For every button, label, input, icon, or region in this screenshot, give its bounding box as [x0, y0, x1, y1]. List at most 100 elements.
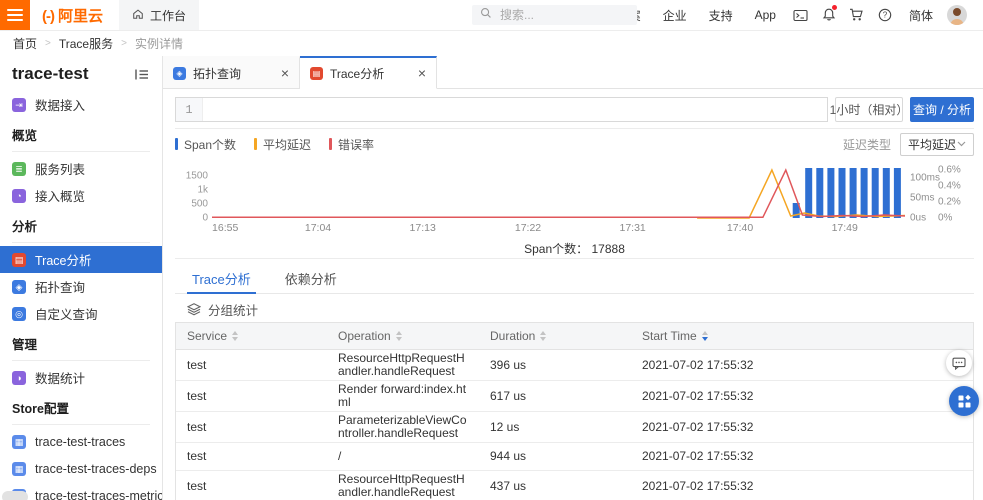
sidebar-item[interactable]: ▤Trace分析 [0, 246, 162, 273]
trace-table: ServiceOperationDurationStart Time testR… [175, 322, 974, 500]
query-analyze-button[interactable]: 查询 / 分析 [910, 97, 974, 122]
legend-item[interactable]: 错误率 [329, 136, 374, 153]
page: (-) 阿里云 工作台 费用工单备案企业支持App [0, 0, 983, 500]
column-header[interactable]: Start Time [631, 329, 973, 343]
nav-search [472, 5, 637, 25]
bell-icon[interactable] [815, 0, 843, 30]
column-header[interactable]: Operation [327, 329, 479, 343]
data-stats-icon: ◑ [12, 371, 26, 385]
sort-asc-caret [702, 331, 708, 335]
column-label: Service [187, 329, 227, 343]
subtab-inactive[interactable]: 依赖分析 [280, 265, 342, 294]
cell-operation: ResourceHttpRequestHandler.handleRequest [327, 471, 479, 500]
sort-icon[interactable] [396, 331, 402, 341]
help-icon[interactable]: ? [871, 0, 899, 30]
divider [175, 128, 974, 129]
chart-legend: Span个数 平均延迟 错误率 [175, 136, 374, 153]
axis-tick: 0.4% [938, 181, 961, 192]
service-list-icon: ≣ [12, 162, 26, 176]
user-avatar[interactable] [947, 5, 967, 25]
table-row[interactable]: testResourceHttpRequestHandler.handleReq… [176, 471, 973, 500]
top-navbar: (-) 阿里云 工作台 费用工单备案企业支持App [0, 0, 983, 31]
column-label: Duration [490, 329, 535, 343]
alibaba-cloud-logo[interactable]: (-) 阿里云 [42, 5, 103, 26]
sidebar-item[interactable]: ◈拓扑查询 [0, 273, 162, 300]
legend-item[interactable]: Span个数 [175, 136, 236, 153]
sort-asc-caret [540, 331, 546, 335]
sort-icon[interactable] [540, 331, 546, 341]
sidebar: trace-test ⇥数据接入概览≣服务列表◔接入概览分析▤Trace分析◈拓… [0, 56, 163, 500]
axis-tick: 17:40 [727, 222, 753, 234]
legend-label: Span个数 [184, 136, 236, 153]
cell-service: test [176, 478, 327, 495]
table-header: Service Operation Duration Start Time [176, 323, 973, 350]
sidebar-item[interactable]: ◑数据统计 [0, 364, 162, 391]
sidebar-item-label: 数据接入 [35, 95, 85, 114]
latency-type-select[interactable]: 平均延迟 [900, 133, 974, 156]
close-icon[interactable]: × [281, 66, 289, 80]
tab-bar: ◈拓扑查询×▤Trace分析× [163, 56, 983, 89]
legend-label: 平均延迟 [263, 136, 311, 153]
cell-operation: ParameterizableViewController.handleRequ… [327, 412, 479, 442]
sidebar-menu: ⇥数据接入概览≣服务列表◔接入概览分析▤Trace分析◈拓扑查询◎自定义查询管理… [0, 91, 162, 500]
breadcrumb-separator: > [121, 38, 127, 49]
collapse-sidebar-icon[interactable] [134, 67, 150, 82]
breadcrumb-home[interactable]: 首页 [13, 35, 37, 52]
query-input[interactable] [203, 98, 827, 121]
nav-link[interactable]: 企业 [652, 7, 698, 24]
sidebar-item[interactable]: ⇥数据接入 [0, 91, 162, 118]
legend-item[interactable]: 平均延迟 [254, 136, 311, 153]
terminal-icon[interactable] [787, 0, 815, 30]
sidebar-item-label: 服务列表 [35, 159, 85, 178]
subtab-active[interactable]: Trace分析 [187, 265, 256, 294]
sidebar-item[interactable]: ▦trace-test-traces-deps [0, 455, 162, 482]
topology-icon: ◈ [12, 280, 26, 294]
cell-operation: / [327, 448, 479, 465]
latency-type-label: 延迟类型 [843, 136, 891, 153]
breadcrumb-trace-service[interactable]: Trace服务 [59, 35, 113, 52]
feedback-button[interactable] [946, 350, 972, 376]
trace-metrics-chart[interactable]: 16:5517:0417:1317:2217:3117:4017:4915001… [175, 155, 974, 241]
sidebar-item[interactable]: ◔接入概览 [0, 182, 162, 209]
grid-apps-icon [957, 394, 972, 409]
sidebar-item[interactable]: ▦trace-test-traces [0, 428, 162, 455]
sidebar-item-label: trace-test-traces-deps [35, 462, 157, 476]
nav-menu-button[interactable] [0, 0, 30, 30]
chart-legend-row: Span个数 平均延迟 错误率 延迟类型 平均延迟 [175, 134, 974, 154]
cart-icon[interactable] [843, 0, 871, 30]
cell-duration: 396 us [479, 357, 631, 374]
workbench-button[interactable]: 工作台 [119, 0, 199, 30]
sort-icon[interactable] [232, 331, 238, 341]
legend-swatch [175, 138, 178, 150]
nav-link[interactable]: App [744, 8, 787, 22]
cell-service: test [176, 388, 327, 405]
tab[interactable]: ▤Trace分析× [300, 56, 437, 89]
close-icon[interactable]: × [418, 66, 426, 80]
nav-link[interactable]: 支持 [698, 7, 744, 24]
sidebar-item[interactable]: ◎自定义查询 [0, 300, 162, 327]
table-row[interactable]: testParameterizableViewController.handle… [176, 412, 973, 443]
tab[interactable]: ◈拓扑查询× [163, 56, 300, 89]
cell-duration: 944 us [479, 448, 631, 465]
time-range-button[interactable]: 1小时（相对） [835, 97, 903, 122]
sort-desc-caret [232, 337, 238, 341]
column-header[interactable]: Duration [479, 329, 631, 343]
search-input[interactable] [498, 7, 657, 23]
table-row[interactable]: testRender forward:index.html617 us2021-… [176, 381, 973, 412]
column-header[interactable]: Service [176, 329, 327, 343]
table-row[interactable]: test/944 us2021-07-02 17:55:32 [176, 443, 973, 471]
query-editor: 1 [175, 97, 828, 122]
app-switcher-button[interactable] [949, 386, 979, 416]
legend-swatch [254, 138, 257, 150]
table-row[interactable]: testResourceHttpRequestHandler.handleReq… [176, 350, 973, 381]
axis-tick: 50ms [910, 193, 934, 204]
divider [12, 424, 150, 425]
locale-switch[interactable]: 简体 [899, 7, 943, 24]
cell-start_time: 2021-07-02 17:55:32 [631, 357, 973, 374]
sidebar-section-title: 管理 [0, 327, 162, 353]
chat-bubble-icon [952, 357, 966, 370]
span-count-value: 17888 [592, 242, 625, 256]
sidebar-item[interactable]: ≣ 服务列表 [0, 155, 162, 182]
sort-icon[interactable] [702, 331, 708, 341]
group-stats-button[interactable]: 分组统计 [187, 300, 258, 319]
